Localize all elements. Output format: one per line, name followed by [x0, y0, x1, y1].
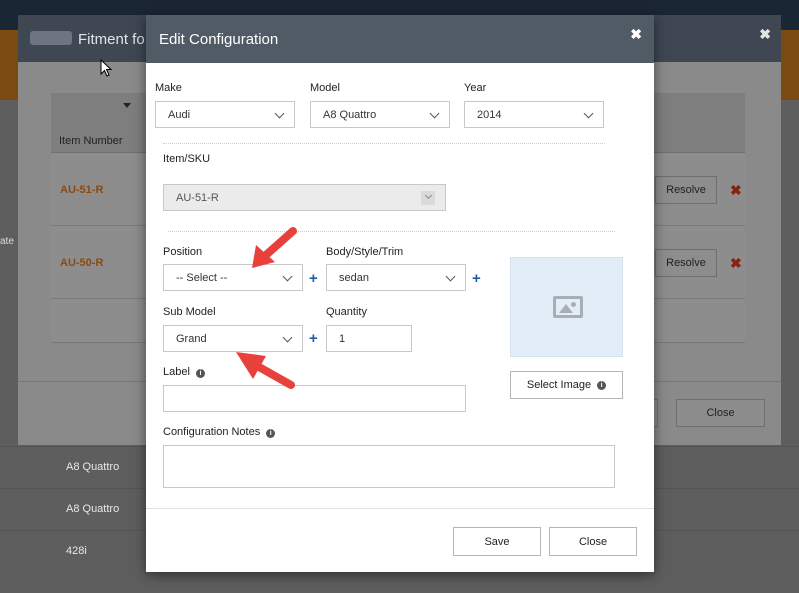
- select-image-button[interactable]: Select Image i: [510, 371, 623, 399]
- chevron-down-icon: [282, 271, 293, 282]
- year-select-value: 2014: [477, 108, 502, 121]
- chevron-down-icon: [429, 108, 440, 119]
- body-style-trim-label: Body/Style/Trim: [326, 246, 404, 258]
- image-placeholder-icon: [553, 296, 583, 318]
- config-notes-textarea[interactable]: [163, 445, 615, 488]
- model-select-value: A8 Quattro: [323, 108, 377, 121]
- item-sku-value: AU-51-R: [176, 191, 219, 204]
- info-icon: i: [195, 369, 205, 378]
- add-position-icon[interactable]: +: [309, 271, 318, 286]
- info-icon: i: [266, 429, 276, 438]
- make-select-value: Audi: [168, 108, 191, 121]
- config-notes-text: Configuration Notes: [163, 426, 261, 438]
- delete-icon[interactable]: ✖: [730, 255, 742, 272]
- modal-title: Edit Configuration: [159, 31, 279, 48]
- background-row-model: 428i: [66, 545, 87, 557]
- sub-model-value: Grand: [176, 332, 207, 345]
- label-field-label: Label i: [163, 366, 205, 378]
- item-sku-label: Item/SKU: [163, 153, 211, 165]
- label-input[interactable]: [163, 385, 466, 412]
- close-button[interactable]: Close: [549, 527, 637, 556]
- config-notes-label: Configuration Notes i: [163, 426, 276, 438]
- item-number-link[interactable]: AU-51-R: [60, 184, 103, 196]
- resolve-button[interactable]: Resolve: [655, 176, 717, 204]
- footer-divider: [146, 508, 654, 509]
- image-mountain-shape: [559, 304, 573, 313]
- model-select[interactable]: A8 Quattro: [310, 101, 450, 128]
- item-number-link[interactable]: AU-50-R: [60, 257, 103, 269]
- delete-icon[interactable]: ✖: [730, 182, 742, 199]
- quantity-label: Quantity: [326, 306, 367, 318]
- section-divider: [168, 231, 615, 232]
- save-button[interactable]: Save: [453, 527, 541, 556]
- item-sku-select: AU-51-R: [163, 184, 446, 211]
- quantity-value: 1: [339, 332, 346, 345]
- redacted-name: [30, 31, 72, 45]
- fitment-close-button[interactable]: Close: [676, 399, 765, 427]
- position-select[interactable]: -- Select --: [163, 264, 303, 291]
- section-divider: [163, 143, 605, 144]
- select-image-label: Select Image: [526, 379, 592, 391]
- year-select[interactable]: 2014: [464, 101, 604, 128]
- chevron-down-icon: [445, 271, 456, 282]
- label-field-text: Label: [163, 366, 190, 378]
- image-preview: [510, 257, 623, 357]
- make-label: Make: [155, 82, 182, 94]
- chevron-down-icon: [583, 108, 594, 119]
- body-style-trim-value: sedan: [339, 271, 369, 284]
- info-icon: i: [597, 380, 607, 390]
- chevron-down-icon: [282, 332, 293, 343]
- modal-header: Edit Configuration ✖: [146, 15, 654, 63]
- fitment-modal-title: Fitment fo: [78, 31, 145, 48]
- model-label: Model: [310, 82, 340, 94]
- body-style-trim-select[interactable]: sedan: [326, 264, 466, 291]
- background-text-fragment: ate: [0, 236, 14, 247]
- sort-caret-icon[interactable]: [123, 103, 131, 108]
- add-sub-model-icon[interactable]: +: [309, 331, 318, 346]
- add-body-style-icon[interactable]: +: [472, 271, 481, 286]
- edit-configuration-modal: Edit Configuration ✖ Make Audi Model A8 …: [146, 15, 654, 572]
- fitment-close-icon[interactable]: ✖: [759, 26, 771, 43]
- background-row-model: A8 Quattro: [66, 503, 120, 515]
- sub-model-select[interactable]: Grand: [163, 325, 303, 352]
- mouse-cursor-icon: [100, 59, 113, 77]
- position-select-value: -- Select --: [176, 271, 228, 284]
- background-row-model: A8 Quattro: [66, 461, 120, 473]
- position-label: Position: [163, 246, 203, 258]
- close-icon[interactable]: ✖: [630, 26, 642, 43]
- resolve-button[interactable]: Resolve: [655, 249, 717, 277]
- year-label: Year: [464, 82, 487, 94]
- item-number-column-header[interactable]: Item Number: [59, 135, 123, 147]
- chevron-down-icon: [274, 108, 285, 119]
- sub-model-label: Sub Model: [163, 306, 216, 318]
- make-select[interactable]: Audi: [155, 101, 295, 128]
- quantity-input[interactable]: 1: [326, 325, 412, 352]
